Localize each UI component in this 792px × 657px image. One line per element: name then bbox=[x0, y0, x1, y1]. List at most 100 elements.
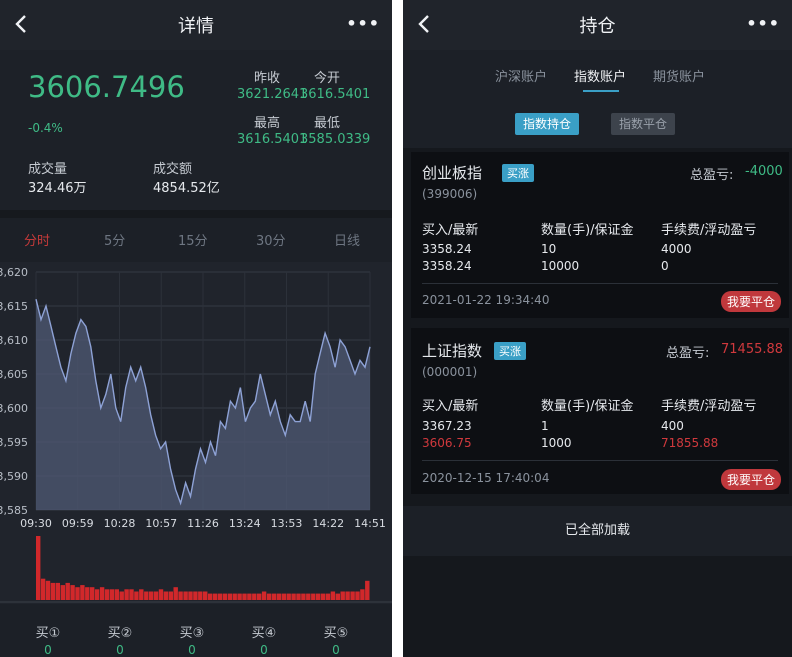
app-root: 详情 ••• 3606.7496 -0.4% 昨收 今开 3621.2641 3… bbox=[0, 0, 792, 657]
margin: 10000 bbox=[541, 259, 580, 273]
volume-bar bbox=[257, 593, 262, 600]
float-pl: 0 bbox=[661, 259, 669, 273]
volume-bar bbox=[330, 591, 336, 600]
volume-bar bbox=[237, 593, 242, 600]
col-fee-pl: 手续费/浮动盈亏 bbox=[661, 399, 757, 414]
tab-30min[interactable]: 30分 bbox=[256, 230, 286, 249]
open-time: 2020-12-15 17:40:04 bbox=[422, 471, 550, 485]
prev-close-value: 3621.2641 bbox=[237, 87, 308, 102]
buy-level-value: 0 bbox=[260, 643, 268, 657]
volume-bar bbox=[306, 593, 311, 600]
x-tick-label: 14:22 bbox=[312, 517, 344, 530]
volume-label: 成交量 bbox=[28, 162, 68, 177]
low-label: 最低 bbox=[314, 116, 341, 131]
volume-bar bbox=[94, 589, 100, 600]
volume-bar bbox=[75, 587, 80, 600]
volume-bar bbox=[198, 591, 203, 600]
volume-bar bbox=[55, 582, 60, 600]
x-tick-label: 09:59 bbox=[62, 517, 94, 530]
volume-bar bbox=[178, 591, 183, 600]
instrument-name: 上证指数 bbox=[422, 342, 483, 360]
volume-bar bbox=[114, 589, 119, 600]
volume-bar bbox=[70, 585, 75, 600]
buy-level-value: 0 bbox=[116, 643, 124, 657]
volume-bar bbox=[80, 585, 85, 600]
tab-intraday[interactable]: 分时 bbox=[24, 230, 50, 249]
volume-bar bbox=[65, 582, 70, 600]
volume-bar bbox=[149, 591, 154, 600]
direction-badge: 买涨 bbox=[502, 164, 534, 182]
position-card: 上证指数 买涨 (000001) 总盈亏: 71455.88 买入/最新 数量(… bbox=[411, 328, 789, 494]
position-sub-tabs: 指数持仓 指数平仓 bbox=[403, 98, 792, 148]
volume-bar bbox=[85, 587, 90, 600]
high-value: 3616.5401 bbox=[237, 132, 308, 147]
detail-navbar: 详情 ••• bbox=[0, 0, 392, 50]
margin: 1000 bbox=[541, 436, 572, 450]
tab-index-account[interactable]: 指数账户 bbox=[574, 66, 626, 85]
tab-15min[interactable]: 15分 bbox=[178, 230, 208, 249]
volume-bar bbox=[139, 589, 144, 600]
buy-level-value: 0 bbox=[44, 643, 52, 657]
volume-bar bbox=[311, 593, 316, 600]
volume-bar bbox=[119, 591, 124, 600]
y-tick-label: 3,620 bbox=[0, 266, 28, 279]
volume-bar bbox=[350, 591, 355, 600]
tab-a-share-account[interactable]: 沪深账户 bbox=[495, 66, 547, 85]
volume-bar bbox=[173, 587, 178, 600]
intraday-chart: 3,620 3,615 3,610 3,605 3,600 3,595 3,590 3,585… bbox=[0, 262, 392, 604]
volume-bar bbox=[355, 591, 360, 600]
col-buy-latest: 买入/最新 bbox=[422, 223, 479, 238]
y-tick-label: 3,600 bbox=[0, 402, 28, 415]
buy-level-value: 0 bbox=[188, 643, 196, 657]
buy-level-5: 买⑤ 0 bbox=[316, 622, 356, 657]
all-loaded-message: 已全部加载 bbox=[403, 506, 792, 556]
section-divider bbox=[0, 210, 392, 218]
y-tick-label: 3,615 bbox=[0, 300, 28, 313]
positions-navbar: 持仓 ••• bbox=[403, 0, 792, 50]
y-tick-label: 3,590 bbox=[0, 470, 28, 483]
instrument-name: 创业板指 bbox=[422, 164, 483, 182]
y-tick-label: 3,605 bbox=[0, 368, 28, 381]
tab-futures-account[interactable]: 期货账户 bbox=[653, 66, 705, 85]
volume-bar bbox=[45, 580, 51, 600]
volume-bar bbox=[247, 593, 252, 600]
page-title: 持仓 bbox=[579, 16, 616, 37]
tab-index-holdings[interactable]: 指数持仓 bbox=[515, 113, 580, 135]
buy-level-label: 买③ bbox=[179, 626, 205, 641]
volume-bar bbox=[281, 593, 286, 600]
volume-bar bbox=[222, 593, 227, 600]
volume-bar bbox=[99, 587, 105, 600]
volume-bar bbox=[60, 585, 65, 600]
volume-bar bbox=[163, 591, 169, 600]
close-position-button[interactable]: 我要平仓 bbox=[720, 469, 781, 490]
prev-close-label: 昨收 bbox=[254, 71, 281, 86]
x-tick-label: 14:51 bbox=[354, 517, 386, 530]
total-pl-value: 71455.88 bbox=[721, 342, 784, 357]
tab-daily[interactable]: 日线 bbox=[334, 230, 360, 249]
volume-bar bbox=[271, 593, 277, 600]
close-position-button[interactable]: 我要平仓 bbox=[720, 291, 781, 312]
low-value: 3585.0339 bbox=[300, 132, 371, 147]
buy-level-label: 买② bbox=[107, 626, 133, 641]
volume-bar bbox=[276, 593, 282, 600]
volume-bar bbox=[104, 589, 110, 600]
more-dots-icon[interactable]: ••• bbox=[746, 14, 780, 33]
quantity: 10 bbox=[541, 242, 557, 256]
buy-level-3: 买③ 0 bbox=[172, 622, 212, 657]
tab-index-closed[interactable]: 指数平仓 bbox=[611, 113, 676, 135]
volume-bar bbox=[124, 589, 129, 600]
buy-price: 3358.24 bbox=[422, 242, 472, 256]
x-tick-label: 09:30 bbox=[20, 517, 52, 530]
card-divider bbox=[422, 283, 778, 284]
volume-bar bbox=[134, 591, 139, 600]
tab-5min[interactable]: 5分 bbox=[104, 230, 125, 249]
direction-badge: 买涨 bbox=[494, 342, 526, 360]
latest-price: 3358.24 bbox=[422, 259, 472, 273]
more-dots-icon[interactable]: ••• bbox=[346, 14, 380, 33]
instrument-code: (000001) bbox=[422, 365, 478, 379]
x-tick-label: 11:26 bbox=[187, 517, 219, 530]
buy-level-label: 买① bbox=[35, 626, 61, 641]
turnover-value: 4854.52亿 bbox=[153, 181, 220, 196]
buy-level-label: 买④ bbox=[251, 626, 277, 641]
volume-bar bbox=[168, 591, 173, 600]
